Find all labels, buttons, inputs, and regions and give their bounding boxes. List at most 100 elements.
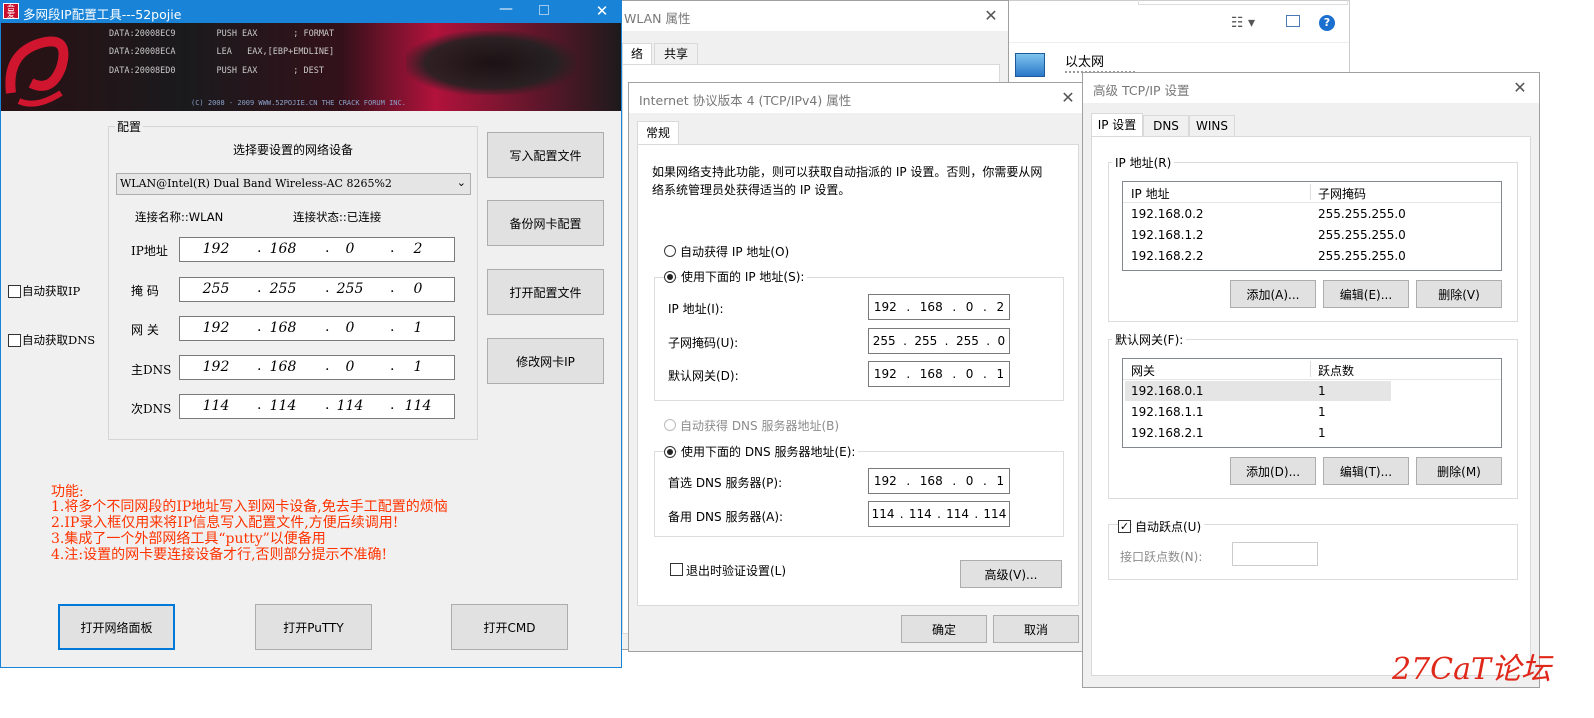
preview-pane-icon[interactable] [1286,15,1300,27]
close-icon[interactable]: ✕ [587,2,617,22]
ethernet-name[interactable]: 以太网 [1065,51,1104,70]
auto-dns-label[interactable]: 自动获取DNS [22,332,95,348]
tool-title: 多网段IP配置工具---52pojie [23,7,182,22]
view-options-icon[interactable]: ☷ ▾ [1231,15,1255,31]
col-divider [1310,361,1311,377]
ipv4-properties-window: Internet 协议版本 4 (TCP/IPv4) 属性 ✕ 常规 如果网络支… [628,82,1088,652]
default-gateway-label: 默认网关(D): [668,369,739,383]
banner-swirl-logo [5,36,69,107]
auto-metric-label[interactable]: 自动跃点(U) [1132,518,1205,535]
advanced-title: 高级 TCP/IP 设置 [1093,83,1190,98]
ip-address-label: IP 地址(I): [668,302,724,316]
modify-ip-button[interactable]: 修改网卡IP [487,338,604,384]
primary-dns-input[interactable]: 192. 168. 0. 1 [179,355,455,380]
list-item[interactable]: 192.168.1.2 255.255.255.0 [1123,225,1501,245]
static-ip-label[interactable]: 使用下面的 IP 地址(S): [678,268,808,285]
ok-button[interactable]: 确定 [901,615,987,643]
default-gateway-field[interactable]: 192. 168. 0. 1 [868,361,1010,387]
open-config-button[interactable]: 打开配置文件 [487,269,604,315]
search-box[interactable] [1138,0,1348,5]
connection-status: 连接状态::已连接 [293,210,382,224]
auto-ip-label[interactable]: 自动获得 IP 地址(O) [680,243,789,260]
help-icon[interactable]: ? [1319,15,1335,31]
gateway-group-label: 默认网关(F): [1112,331,1187,348]
list-item-metric: 1 [1318,384,1326,398]
interface-metric-input[interactable] [1232,542,1318,566]
tab-wins[interactable]: WINS [1189,115,1235,137]
close-icon[interactable]: ✕ [976,3,1006,29]
edit-ip-button[interactable]: 编辑(E)... [1323,280,1409,308]
col-metric: 跃点数 [1318,364,1355,378]
col-mask: 子网掩码 [1318,187,1367,201]
delete-gateway-button[interactable]: 删除(M) [1416,457,1502,485]
static-ip-radio[interactable] [664,271,676,283]
auto-ip-checkbox[interactable] [8,285,21,298]
tab-ip-settings[interactable]: IP 设置 [1091,113,1143,137]
gateway-list[interactable]: 网关 跃点数 192.168.0.1 1 192.168.1.1 1 192.16… [1122,358,1502,448]
ip-label: IP地址 [131,244,168,258]
delete-ip-button[interactable]: 删除(V) [1416,280,1502,308]
auto-ip-label[interactable]: 自动获取IP [22,283,80,299]
add-gateway-button[interactable]: 添加(D)... [1230,457,1316,485]
gateway-label: 网 关 [131,323,159,337]
col-divider [1310,184,1311,200]
banner-calligraphy [406,31,576,95]
tab-general[interactable]: 常规 [637,121,679,145]
add-ip-button[interactable]: 添加(A)... [1230,280,1316,308]
validate-label[interactable]: 退出时验证设置(L) [686,562,786,579]
note-line: 4.注:设置的网卡要连接设备才行,否则部分提示不准确! [51,547,388,563]
subnet-mask-field[interactable]: 255. 255. 255. 0 [868,328,1010,354]
backup-adapter-button[interactable]: 备份网卡配置 [487,200,604,246]
open-cmd-button[interactable]: 打开CMD [451,604,568,650]
ipv4-title: Internet 协议版本 4 (TCP/IPv4) 属性 [639,93,852,108]
ip-input[interactable]: 192. 168. 0. 2 [179,237,455,262]
banner: DATA:20008EC9 PUSH EAX ; FORMAT DATA:200… [1,23,621,111]
alternate-dns-field[interactable]: 114. 114. 114. 114 [868,501,1010,527]
list-item[interactable]: 192.168.2.2 255.255.255.0 [1123,246,1501,266]
auto-metric-checkbox[interactable]: ✓ [1118,520,1131,533]
static-dns-radio[interactable] [664,446,676,458]
ipv4-titlebar: Internet 协议版本 4 (TCP/IPv4) 属性 ✕ [629,83,1087,113]
advanced-button[interactable]: 高级(V)... [960,560,1062,588]
cancel-button[interactable]: 取消 [993,615,1079,643]
col-ip: IP 地址 [1131,187,1170,201]
banner-code-line: DATA:20008ECA LEA EAX,[EBP+EMDLINE] [109,47,335,57]
description-line2: 络系统管理员处获得适当的 IP 设置。 [652,183,851,197]
col-gateway: 网关 [1131,364,1156,378]
banner-footer: (C) 2008 - 2009 WWW.52POJIE.CN THE CRACK… [191,99,406,107]
maximize-icon[interactable] [539,5,549,15]
list-header: 网关 跃点数 [1123,359,1501,380]
ip-tool-window: 吾爱 多网段IP配置工具---52pojie — ✕ DATA:20008EC9… [0,0,622,668]
ip-address-field[interactable]: 192. 168. 0. 2 [868,294,1010,320]
auto-dns-checkbox[interactable] [8,334,21,347]
list-item[interactable]: 192.168.2.1 1 [1123,423,1501,443]
close-icon[interactable]: ✕ [1505,75,1535,101]
tab-network[interactable]: 络 [622,43,652,65]
open-network-panel-button[interactable]: 打开网络面板 [58,604,175,650]
secondary-dns-input[interactable]: 114. 114. 114. 114 [179,394,455,419]
gateway-input[interactable]: 192. 168. 0. 1 [179,316,455,341]
edit-gateway-button[interactable]: 编辑(T)... [1323,457,1409,485]
mask-input[interactable]: 255. 255. 255. 0 [179,277,455,302]
connection-name: 连接名称::WLAN [135,210,224,224]
tab-sharing[interactable]: 共享 [654,43,698,65]
minimize-icon[interactable]: — [491,1,521,23]
auto-dns-radio[interactable] [664,419,676,431]
auto-ip-radio[interactable] [664,245,676,257]
close-icon[interactable]: ✕ [1053,85,1083,111]
auto-dns-label[interactable]: 自动获得 DNS 服务器地址(B) [680,417,839,434]
subnet-mask-label: 子网掩码(U): [668,336,739,350]
app-logo-icon: 吾爱 [3,3,19,19]
preferred-dns-field[interactable]: 192. 168. 0. 1 [868,468,1010,494]
static-dns-label[interactable]: 使用下面的 DNS 服务器地址(E): [678,443,859,460]
wlan-title: WLAN 属性 [624,11,691,26]
open-putty-button[interactable]: 打开PuTTY [255,604,372,650]
secondary-dns-label: 次DNS [131,402,172,416]
list-item[interactable]: 192.168.1.1 1 [1123,402,1501,422]
ip-address-list[interactable]: IP 地址 子网掩码 192.168.0.2 255.255.255.0 192.… [1122,181,1502,271]
write-config-button[interactable]: 写入配置文件 [487,132,604,178]
list-item[interactable]: 192.168.0.2 255.255.255.0 [1123,204,1501,224]
validate-checkbox[interactable] [670,563,683,576]
adapter-select[interactable]: WLAN@Intel(R) Dual Band Wireless-AC 8265… [116,173,471,195]
tab-dns[interactable]: DNS [1143,115,1189,137]
